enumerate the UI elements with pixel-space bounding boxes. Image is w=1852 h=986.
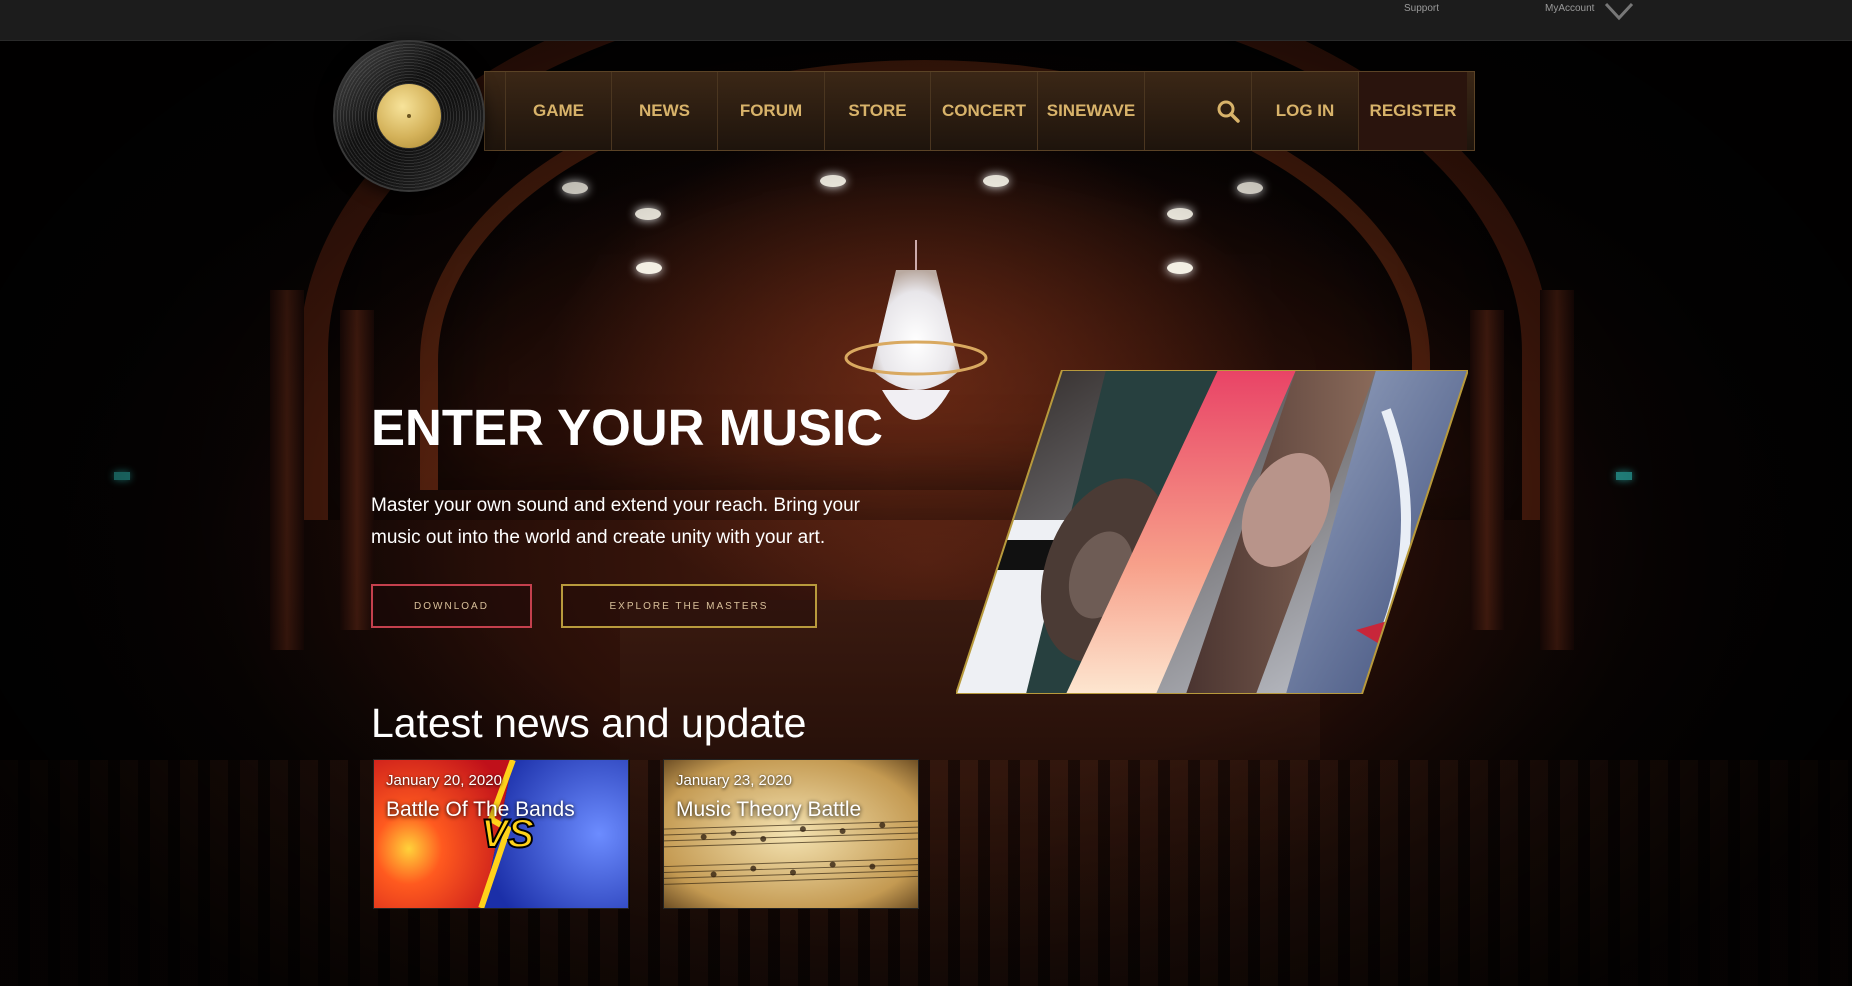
nav-item-forum[interactable]: FORUM	[717, 72, 824, 150]
download-button[interactable]: DOWNLOAD	[371, 584, 532, 628]
nav-item-sinewave[interactable]: SINEWAVE	[1037, 72, 1144, 150]
news-section-heading: Latest news and update	[371, 700, 807, 746]
register-button[interactable]: REGISTER	[1358, 72, 1467, 150]
my-account-link[interactable]: MyAccount	[1545, 3, 1594, 14]
record-label	[377, 84, 441, 148]
search-icon	[1217, 100, 1240, 123]
main-nav: GAME NEWS FORUM STORE CONCERT SINEWAVE L…	[484, 71, 1475, 151]
news-card-date: January 23, 2020	[676, 772, 792, 789]
nav-item-concert[interactable]: CONCERT	[930, 72, 1037, 150]
nav-item-game[interactable]: GAME	[505, 72, 611, 150]
search-button[interactable]	[1205, 72, 1250, 150]
chevron-down-icon[interactable]	[1604, 0, 1634, 22]
news-card-title: Music Theory Battle	[676, 798, 862, 821]
nav-item-store[interactable]: STORE	[824, 72, 930, 150]
support-link[interactable]: Support	[1404, 3, 1439, 14]
login-button[interactable]: LOG IN	[1251, 72, 1358, 150]
vinyl-record-logo[interactable]	[335, 42, 483, 190]
vignette-overlay	[0, 40, 1852, 986]
explore-masters-button[interactable]: EXPLORE THE MASTERS	[561, 584, 817, 628]
hero-description: Master your own sound and extend your re…	[371, 495, 860, 548]
news-card[interactable]: VS January 20, 2020 Battle Of The Bands	[373, 759, 629, 909]
news-card[interactable]: January 23, 2020 Music Theory Battle	[663, 759, 919, 909]
instrument-collage	[956, 370, 1468, 694]
hero-title: ENTER YOUR MUSIC	[371, 399, 883, 456]
news-card-date: January 20, 2020	[386, 772, 502, 789]
concert-hall-background	[0, 40, 1852, 986]
utility-bar: Support MyAccount	[0, 0, 1852, 41]
news-card-title: Battle Of The Bands	[386, 798, 575, 821]
nav-item-news[interactable]: NEWS	[611, 72, 717, 150]
